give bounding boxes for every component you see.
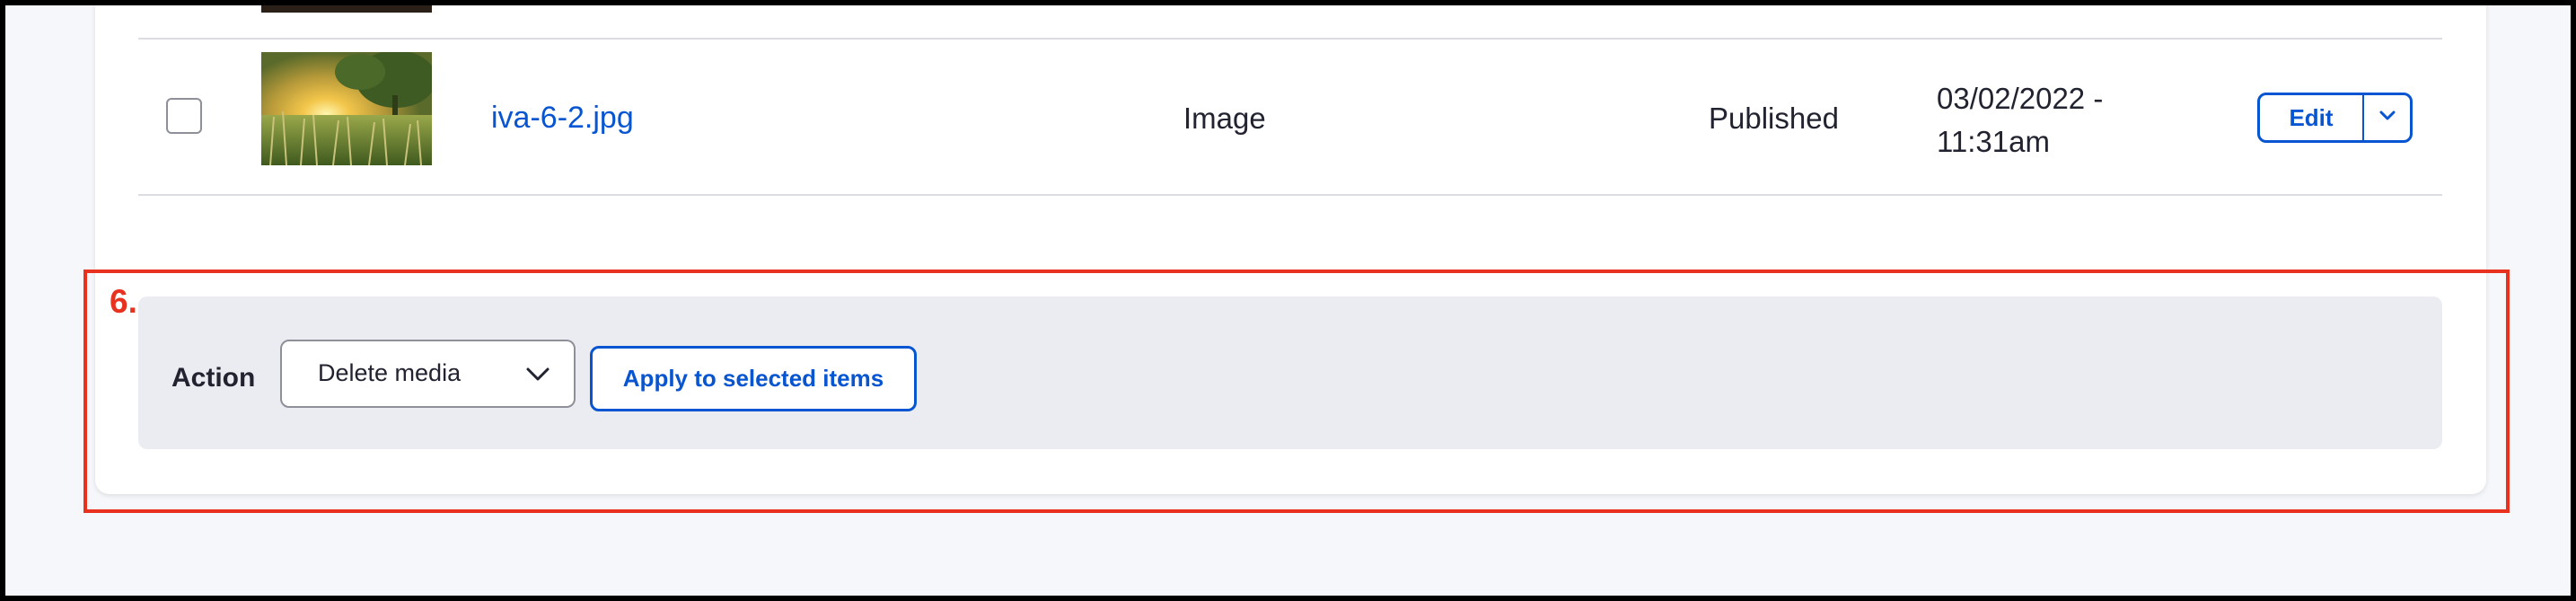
screenshot-frame: iva-6-2.jpg Image Published 03/02/2022 -… xyxy=(0,0,2576,601)
row-select-checkbox[interactable] xyxy=(166,98,202,134)
media-thumbnail xyxy=(261,52,432,165)
media-status: Published xyxy=(1709,102,1839,135)
action-label: Action xyxy=(171,363,256,393)
row-divider xyxy=(138,38,2442,40)
media-filename-link[interactable]: iva-6-2.jpg xyxy=(491,102,634,133)
annotation-step-number: 6. xyxy=(110,283,137,320)
row-divider xyxy=(138,194,2442,196)
operations-dropbutton: Edit xyxy=(2257,93,2413,143)
page: iva-6-2.jpg Image Published 03/02/2022 -… xyxy=(5,5,2571,596)
previous-row-thumbnail xyxy=(261,5,432,13)
chevron-down-icon xyxy=(525,363,550,389)
apply-to-selected-button[interactable]: Apply to selected items xyxy=(590,346,917,411)
chevron-down-icon xyxy=(2379,110,2396,126)
action-select[interactable]: Delete media xyxy=(280,340,576,408)
action-select-value: Delete media xyxy=(318,359,462,386)
media-type: Image xyxy=(1183,102,1266,135)
edit-button[interactable]: Edit xyxy=(2260,95,2364,140)
dropbutton-toggle[interactable] xyxy=(2364,95,2410,140)
media-updated-date: 03/02/2022 - 11:31am xyxy=(1937,82,2104,158)
